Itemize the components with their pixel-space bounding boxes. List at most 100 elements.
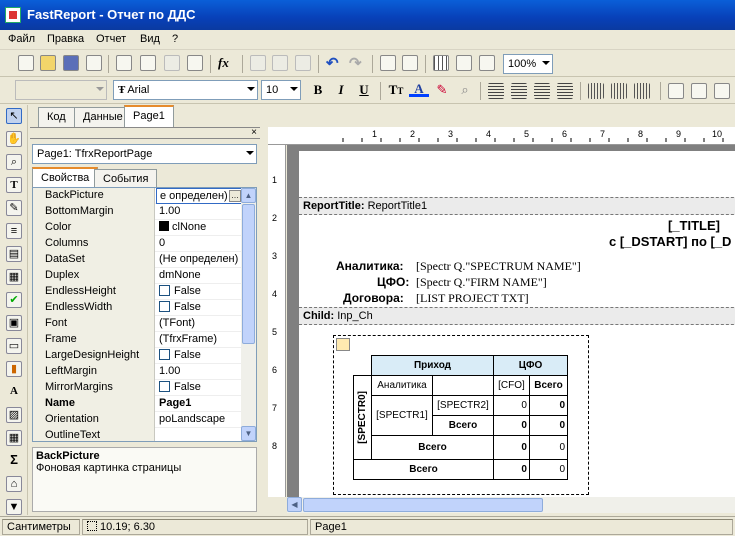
underline-button[interactable]: U: [354, 80, 374, 100]
subtotal-label[interactable]: Всего: [432, 415, 494, 436]
highlight-icon[interactable]: ✎: [432, 80, 452, 100]
font-name-select[interactable]: Ŧ Arial: [113, 80, 258, 100]
tab-page1[interactable]: Page1: [124, 105, 174, 127]
menu-edit[interactable]: Правка: [47, 33, 84, 45]
total-header[interactable]: Всего: [528, 375, 569, 396]
value-cell[interactable]: 0: [493, 395, 530, 416]
prop-row[interactable]: Name Page1: [33, 396, 243, 412]
more-tools-icon[interactable]: ▼: [6, 499, 22, 515]
picture-icon[interactable]: ▣: [6, 315, 22, 331]
analytics-header[interactable]: Аналитика: [371, 375, 433, 396]
align-right-icon[interactable]: [534, 83, 550, 99]
object-select[interactable]: Page1: TfrxReportPage: [32, 144, 257, 164]
font-size-select[interactable]: 10: [261, 80, 301, 100]
delete-page-icon[interactable]: [164, 55, 180, 71]
contracts-value[interactable]: [LIST PROJECT TXT]: [416, 291, 529, 306]
prop-row[interactable]: Orientation poLandscape: [33, 412, 243, 428]
preview-icon[interactable]: [86, 55, 102, 71]
band-icon[interactable]: ≡: [6, 223, 22, 239]
menu-help[interactable]: ?: [172, 33, 178, 45]
ungroup-icon[interactable]: [402, 55, 418, 71]
report-page[interactable]: ReportTitle: ReportTitle1 [_TITLE] с [_D…: [299, 151, 735, 497]
subreport-icon[interactable]: ▭: [6, 338, 22, 354]
grand-total-label[interactable]: Всего: [353, 459, 494, 480]
cross-tab-object[interactable]: Приход ЦФО [SPECTR0] Аналитика [CFO] Все…: [333, 335, 589, 495]
value-cell[interactable]: 0: [528, 395, 569, 416]
image-icon[interactable]: ▨: [6, 407, 22, 423]
cross-tab-icon[interactable]: ▦: [6, 430, 22, 446]
cfo-value[interactable]: [Spectr Q."FIRM NAME"]: [416, 275, 547, 290]
prop-row[interactable]: Duplex dmNone: [33, 268, 243, 284]
frame-left-icon[interactable]: [714, 83, 730, 99]
scroll-up-icon[interactable]: ▲: [241, 188, 256, 203]
checkbox[interactable]: [159, 381, 170, 392]
prop-row[interactable]: +Font(TFont): [33, 316, 243, 332]
cfo-field-cell[interactable]: [CFO]: [493, 375, 530, 396]
prop-row[interactable]: Columns 0: [33, 236, 243, 252]
valign-top-icon[interactable]: [588, 83, 604, 99]
group-icon[interactable]: [380, 55, 396, 71]
select-tool-icon[interactable]: ↖: [6, 108, 22, 124]
rich-text-icon[interactable]: A: [6, 384, 22, 400]
menu-view[interactable]: Вид: [140, 33, 160, 45]
undo-icon[interactable]: ↶: [326, 54, 339, 72]
valign-middle-icon[interactable]: [611, 83, 627, 99]
group-total-label[interactable]: Всего: [371, 435, 494, 460]
cut-icon[interactable]: [250, 55, 266, 71]
font-color-icon[interactable]: A: [409, 80, 429, 97]
child-band[interactable]: Child: Inp_Ch: [299, 307, 735, 325]
page-settings-icon[interactable]: [187, 55, 203, 71]
value-cell[interactable]: 0: [493, 435, 530, 460]
contracts-label[interactable]: Договора:: [343, 291, 404, 305]
value-cell[interactable]: 0: [493, 459, 530, 480]
font-settings-icon[interactable]: TT: [386, 80, 406, 100]
prop-row[interactable]: BottomMargin 1.00: [33, 204, 243, 220]
prop-row[interactable]: DataSet (Не определен): [33, 252, 243, 268]
database-icon[interactable]: ⌂: [6, 476, 22, 492]
redo-icon[interactable]: ↷: [349, 54, 362, 72]
prop-row[interactable]: EndlessHeight False: [33, 284, 243, 300]
spectr1-cell[interactable]: [SPECTR1]: [371, 395, 433, 436]
prop-row[interactable]: +Frame(TfrxFrame): [33, 332, 243, 348]
align-center-icon[interactable]: [511, 83, 527, 99]
report-icon[interactable]: ▤: [6, 246, 22, 262]
tab-code[interactable]: Код: [38, 107, 75, 127]
value-cell[interactable]: 0: [493, 415, 530, 436]
report-title-field[interactable]: [_TITLE]: [668, 218, 720, 233]
checkbox[interactable]: [159, 349, 170, 360]
format-painter-icon[interactable]: ✎: [6, 200, 22, 216]
checkbox-icon[interactable]: ✔: [6, 292, 22, 308]
function-icon[interactable]: fx: [218, 55, 229, 71]
tab-events[interactable]: События: [94, 169, 158, 189]
analytics-label[interactable]: Аналитика:: [336, 259, 404, 273]
copy-icon[interactable]: [272, 55, 288, 71]
menu-report[interactable]: Отчет: [96, 33, 126, 45]
analytics-value[interactable]: [Spectr Q."SPECTRUM NAME"]: [416, 259, 581, 274]
align-justify-icon[interactable]: [557, 83, 573, 99]
property-scrollbar[interactable]: ▲ ▼: [241, 188, 256, 441]
spectr0-cell[interactable]: [SPECTR0]: [353, 375, 372, 460]
text-tool-icon[interactable]: T: [6, 177, 22, 193]
italic-button[interactable]: I: [331, 80, 351, 100]
spectr2-cell[interactable]: [SPECTR2]: [432, 395, 494, 416]
prop-row[interactable]: BackPicture е определен)…: [33, 188, 243, 204]
fit-grid-icon[interactable]: [479, 55, 495, 71]
prop-row[interactable]: Color clNone: [33, 220, 243, 236]
hand-tool-icon[interactable]: ✋: [6, 131, 22, 147]
menu-file[interactable]: Файл: [8, 33, 35, 45]
checkbox[interactable]: [159, 301, 170, 312]
rotation-icon[interactable]: ⌕: [455, 80, 475, 100]
close-icon[interactable]: ×: [251, 128, 257, 138]
grid-icon[interactable]: [433, 55, 449, 71]
value-cell[interactable]: 0: [528, 435, 569, 460]
design-hscrollbar[interactable]: ◀: [287, 497, 735, 513]
zoom-select[interactable]: 100%: [503, 54, 553, 74]
report-title-band[interactable]: ReportTitle: ReportTitle1: [299, 197, 735, 215]
prop-row[interactable]: MirrorMargins False: [33, 380, 243, 396]
new-icon[interactable]: [18, 55, 34, 71]
prop-row[interactable]: LargeDesignHeight False: [33, 348, 243, 364]
chart-icon[interactable]: ▮: [6, 361, 22, 377]
income-header[interactable]: Приход: [371, 355, 494, 376]
new-dialog-icon[interactable]: [140, 55, 156, 71]
memo-icon[interactable]: ▦: [6, 269, 22, 285]
